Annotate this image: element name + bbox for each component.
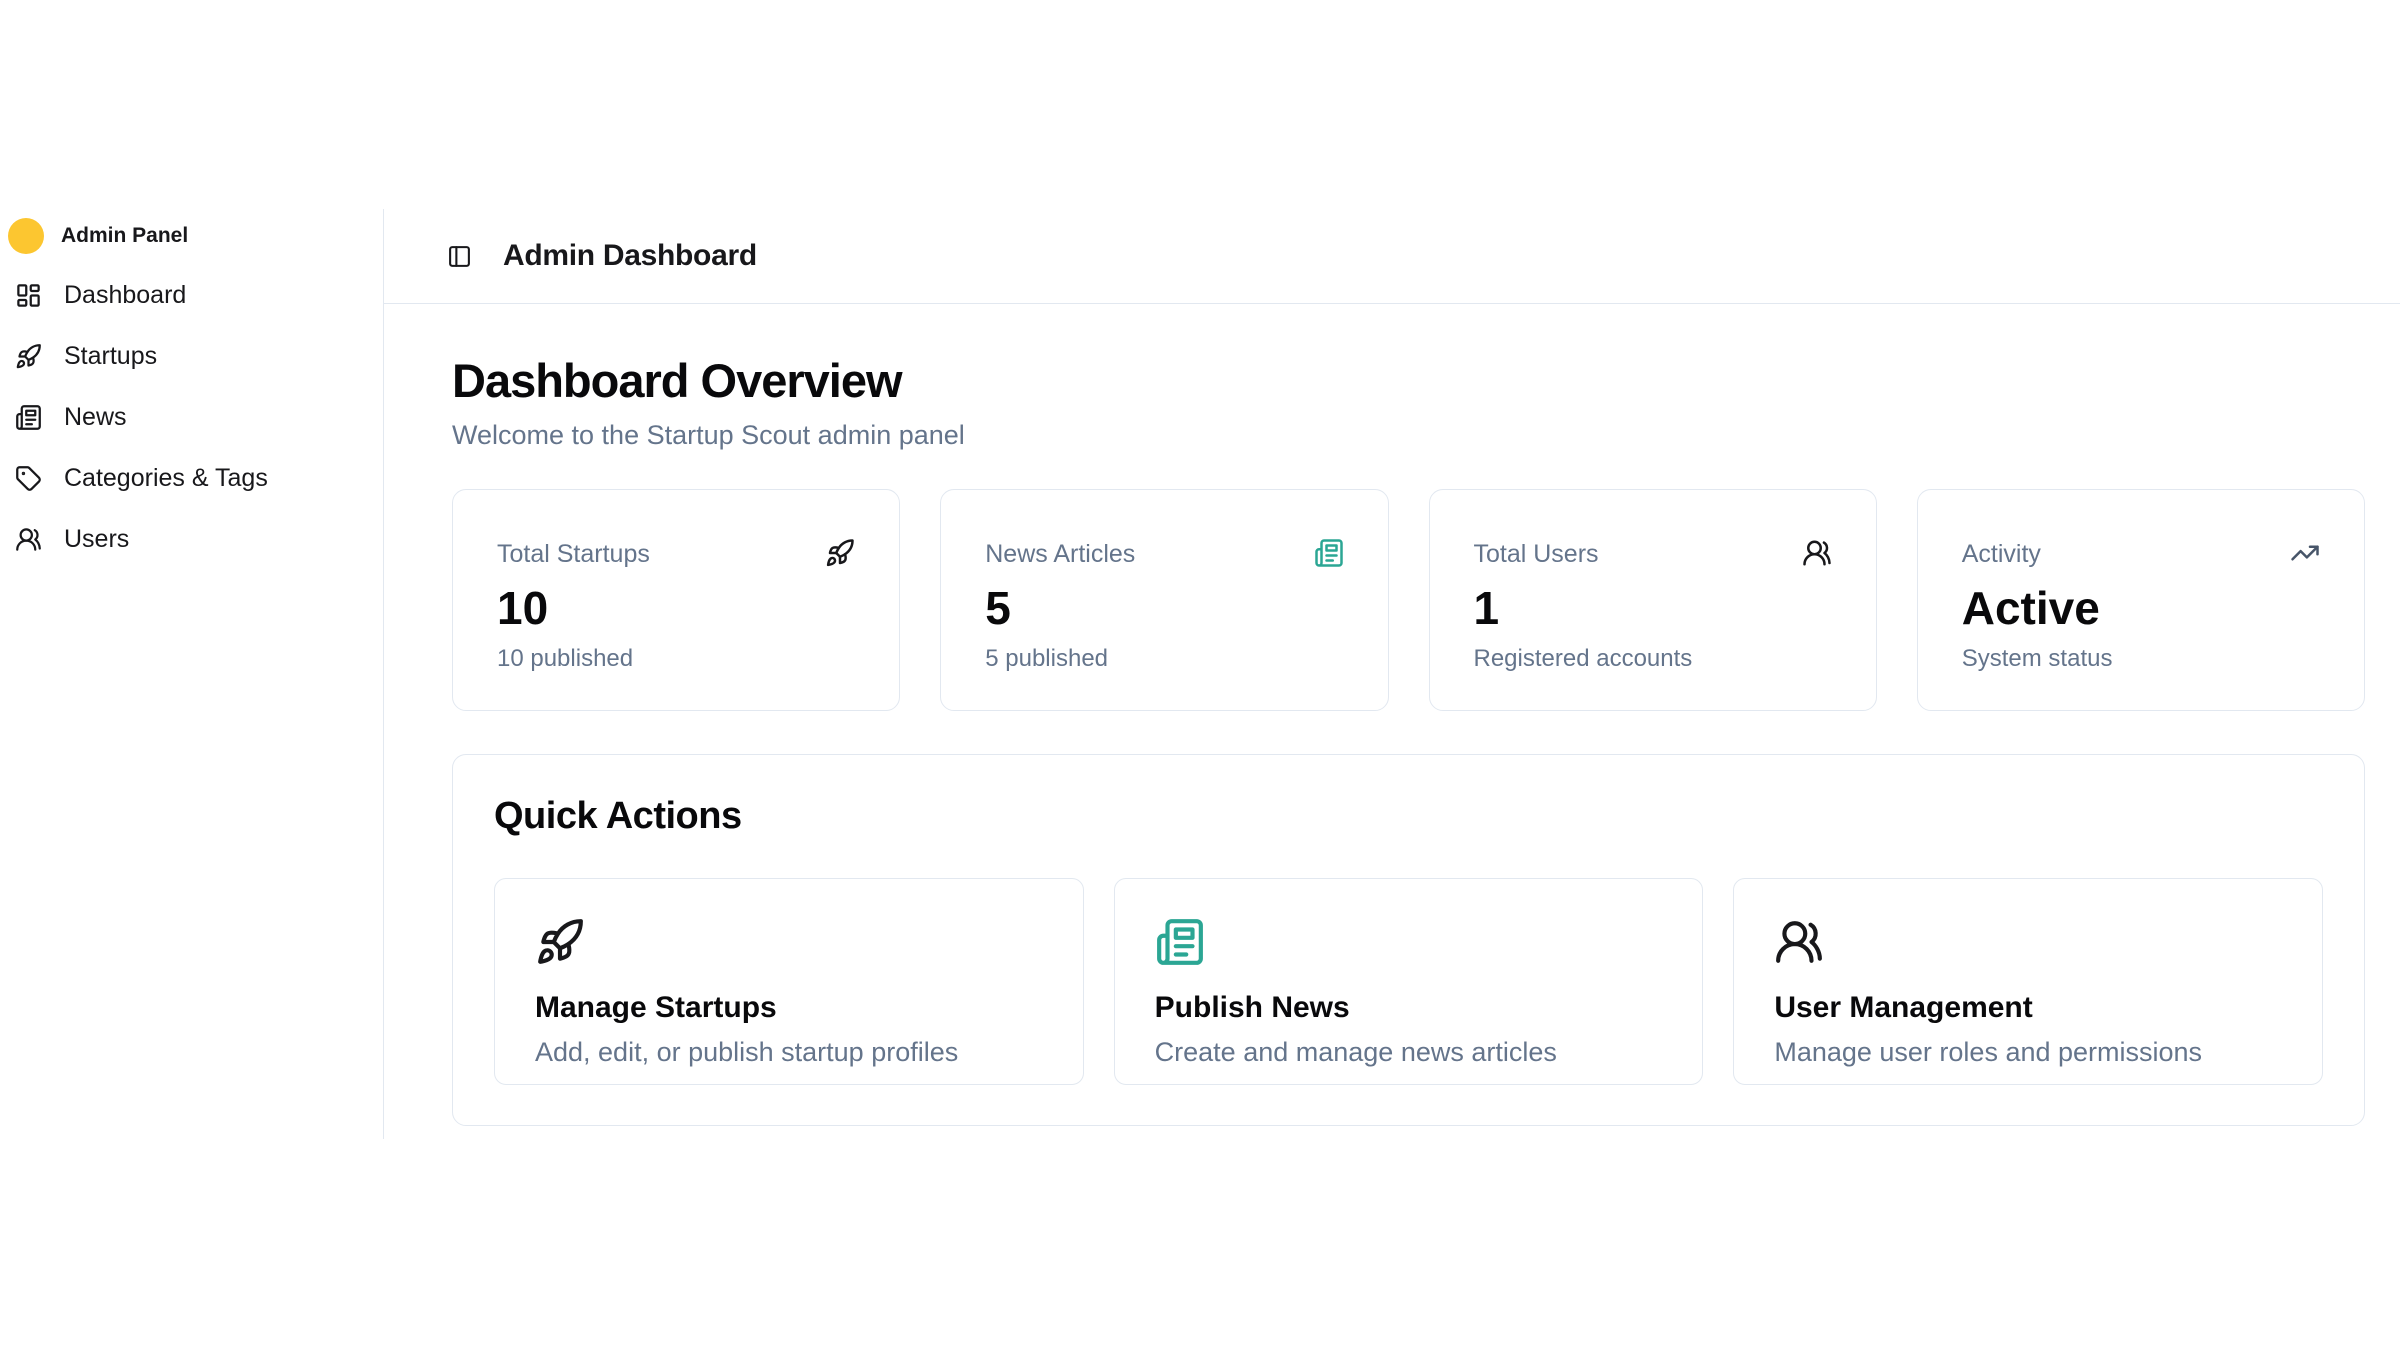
action-description: Add, edit, or publish startup profiles	[535, 1037, 1043, 1068]
rocket-icon	[15, 343, 42, 370]
sidebar-item-label: Dashboard	[64, 281, 186, 310]
stat-value: 1	[1474, 585, 1832, 631]
action-title: User Management	[1774, 991, 2282, 1025]
page-subtitle: Welcome to the Startup Scout admin panel	[452, 420, 2365, 451]
tag-icon	[15, 465, 42, 492]
newspaper-icon	[1155, 917, 1205, 967]
stat-sub: Registered accounts	[1474, 645, 1832, 673]
stat-label: Total Startups	[497, 540, 650, 569]
sidebar-item-label: Categories & Tags	[64, 464, 268, 493]
content: Dashboard Overview Welcome to the Startu…	[384, 304, 2400, 1126]
action-description: Manage user roles and permissions	[1774, 1037, 2282, 1068]
stat-label: Total Users	[1474, 540, 1599, 569]
page-header-title: Admin Dashboard	[503, 239, 757, 273]
brand-label: Admin Panel	[61, 224, 188, 248]
sidebar-item-users[interactable]: Users	[8, 509, 383, 570]
rocket-icon	[535, 917, 585, 967]
stat-sub: 10 published	[497, 645, 855, 673]
stat-value: Active	[1962, 585, 2320, 631]
action-description: Create and manage news articles	[1155, 1037, 1663, 1068]
action-title: Manage Startups	[535, 991, 1043, 1025]
sidebar-nav: Dashboard Startups News Categories & Tag…	[8, 265, 383, 570]
trending-up-icon	[2290, 538, 2320, 568]
newspaper-icon	[15, 404, 42, 431]
stat-label: Activity	[1962, 540, 2041, 569]
quick-actions-title: Quick Actions	[494, 795, 2323, 838]
users-icon	[1774, 917, 1824, 967]
newspaper-icon	[1314, 538, 1344, 568]
sidebar-item-label: Startups	[64, 342, 157, 371]
action-card-user-management[interactable]: User Management Manage user roles and pe…	[1733, 878, 2323, 1085]
stat-card-activity: Activity Active System status	[1917, 489, 2365, 711]
action-title: Publish News	[1155, 991, 1663, 1025]
stat-sub: 5 published	[985, 645, 1343, 673]
quick-actions-grid: Manage Startups Add, edit, or publish st…	[494, 878, 2323, 1085]
stat-label: News Articles	[985, 540, 1135, 569]
action-card-publish-news[interactable]: Publish News Create and manage news arti…	[1114, 878, 1704, 1085]
stat-value: 10	[497, 585, 855, 631]
stat-card-news-articles: News Articles 5 5 published	[940, 489, 1388, 711]
page-title: Dashboard Overview	[452, 354, 2365, 408]
stat-card-total-startups: Total Startups 10 10 published	[452, 489, 900, 711]
brand: Admin Panel	[8, 209, 383, 263]
main-area: Admin Dashboard Dashboard Overview Welco…	[384, 209, 2400, 1139]
rocket-icon	[825, 538, 855, 568]
quick-actions-panel: Quick Actions Manage Startups Add, edit,…	[452, 754, 2365, 1126]
stat-value: 5	[985, 585, 1343, 631]
action-card-manage-startups[interactable]: Manage Startups Add, edit, or publish st…	[494, 878, 1084, 1085]
topbar: Admin Dashboard	[384, 209, 2400, 304]
sidebar-item-categories-tags[interactable]: Categories & Tags	[8, 448, 383, 509]
users-icon	[15, 526, 42, 553]
sidebar-item-startups[interactable]: Startups	[8, 326, 383, 387]
stat-sub: System status	[1962, 645, 2320, 673]
sidebar-item-news[interactable]: News	[8, 387, 383, 448]
brand-logo	[8, 218, 44, 254]
layout-dashboard-icon	[15, 282, 42, 309]
sidebar-item-label: News	[64, 403, 127, 432]
users-icon	[1802, 538, 1832, 568]
panel-left-icon[interactable]	[447, 244, 472, 269]
sidebar-item-label: Users	[64, 525, 129, 554]
stat-card-total-users: Total Users 1 Registered accounts	[1429, 489, 1877, 711]
stats-row: Total Startups 10 10 published News Arti…	[452, 489, 2365, 711]
sidebar: Admin Panel Dashboard Startups News Cate…	[0, 209, 384, 1139]
sidebar-item-dashboard[interactable]: Dashboard	[8, 265, 383, 326]
